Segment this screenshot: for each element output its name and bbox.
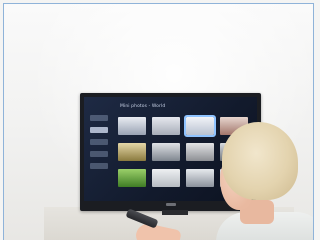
photo-frame: Mini photos - World xyxy=(3,3,314,240)
woman-arm xyxy=(134,221,182,240)
woman-hair xyxy=(222,122,298,200)
elderly-woman xyxy=(4,4,313,240)
